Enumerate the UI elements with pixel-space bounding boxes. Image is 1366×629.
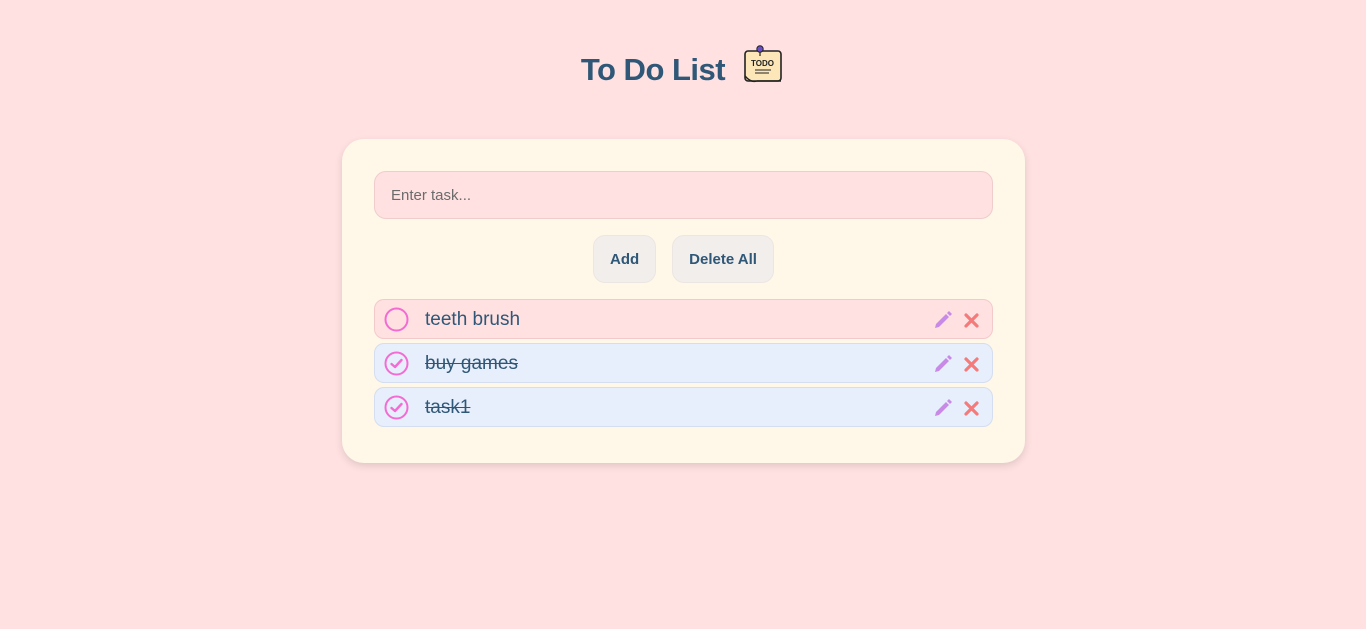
task-item: teeth brush (374, 299, 993, 339)
pencil-icon[interactable] (932, 353, 954, 375)
task-item: task1 (374, 387, 993, 427)
task-label: task1 (425, 397, 471, 418)
unchecked-circle-icon[interactable] (384, 307, 409, 332)
task-item: buy games (374, 343, 993, 383)
add-button[interactable]: Add (593, 235, 657, 283)
close-icon[interactable] (964, 357, 979, 372)
header: To Do List TODO (0, 42, 1366, 88)
task-label: buy games (425, 353, 518, 374)
close-icon[interactable] (964, 313, 979, 328)
task-label: teeth brush (425, 309, 521, 330)
checked-circle-icon[interactable] (384, 395, 409, 420)
logo-text: TODO (751, 59, 774, 68)
page-title: To Do List (580, 52, 726, 87)
pencil-icon[interactable] (932, 309, 954, 331)
todo-card: Add Delete All teeth brush buy games (342, 139, 1025, 463)
pencil-icon[interactable] (932, 397, 954, 419)
checked-circle-icon[interactable] (384, 351, 409, 376)
todo-note-icon: TODO (741, 43, 785, 87)
task-list: teeth brush buy games task1 (374, 299, 993, 431)
action-buttons: Add Delete All (342, 235, 1025, 283)
close-icon[interactable] (964, 401, 979, 416)
delete-all-button[interactable]: Delete All (672, 235, 774, 283)
task-input[interactable] (374, 171, 993, 219)
